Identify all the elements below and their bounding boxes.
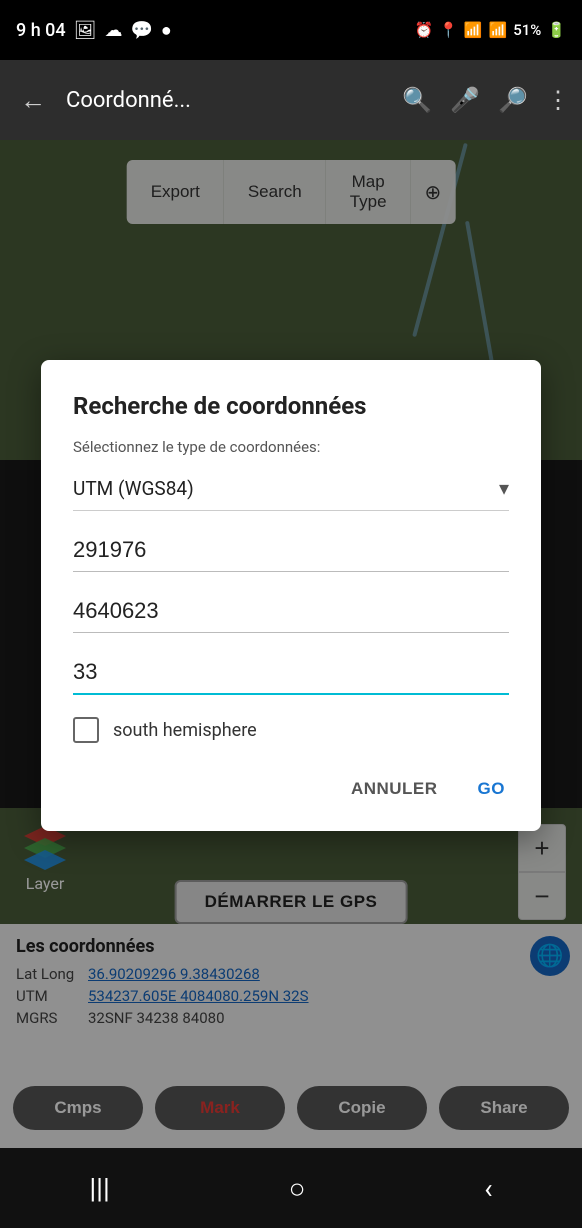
- more-icon[interactable]: ⋮: [546, 86, 570, 114]
- photo-icon: 🖼: [74, 20, 97, 41]
- coord-field-2[interactable]: [73, 590, 509, 633]
- dialog-overlay: Recherche de coordonnées Sélectionnez le…: [0, 140, 582, 1228]
- dropdown-arrow-icon: ▾: [499, 476, 509, 500]
- search-icon[interactable]: 🔍: [402, 86, 432, 114]
- battery-text: 51%: [513, 21, 541, 39]
- back-button[interactable]: ←: [12, 77, 54, 124]
- status-left: 9 h 04 🖼 ☁ 💬 ●: [16, 20, 172, 41]
- south-hemisphere-row: south hemisphere: [73, 717, 509, 743]
- nav-home-icon[interactable]: ○: [277, 1160, 318, 1217]
- location-icon: 📍: [439, 21, 458, 39]
- cancel-button[interactable]: ANNULER: [347, 771, 442, 807]
- dialog-subtitle: Sélectionnez le type de coordonnées:: [73, 438, 509, 456]
- south-hemisphere-checkbox[interactable]: [73, 717, 99, 743]
- cloud-icon: ☁: [105, 20, 123, 41]
- coord-field-3[interactable]: [73, 651, 509, 695]
- status-right: ⏰ 📍 📶 📶 51% 🔋: [414, 21, 566, 39]
- south-hemisphere-label: south hemisphere: [113, 720, 257, 741]
- dialog-title: Recherche de coordonnées: [73, 392, 509, 420]
- battery-icon: 🔋: [547, 21, 566, 39]
- app-toolbar: ← Coordonné... 🔍 🎤 🔎 ⋮: [0, 60, 582, 140]
- go-button[interactable]: GO: [474, 771, 509, 807]
- message-icon: 💬: [131, 20, 153, 41]
- dot-icon: ●: [161, 20, 172, 41]
- wifi-icon: 📶: [464, 21, 483, 39]
- status-time: 9 h 04: [16, 20, 66, 41]
- coord-type-value: UTM (WGS84): [73, 477, 194, 500]
- toolbar-title: Coordonné...: [66, 88, 390, 113]
- nav-recent-icon[interactable]: |||: [77, 1160, 122, 1217]
- signal-icon: 📶: [489, 21, 508, 39]
- nav-bar: ||| ○ ‹: [0, 1148, 582, 1228]
- nav-back-icon[interactable]: ‹: [472, 1160, 504, 1217]
- coord-field-1[interactable]: [73, 529, 509, 572]
- status-bar: 9 h 04 🖼 ☁ 💬 ● ⏰ 📍 📶 📶 51% 🔋: [0, 0, 582, 60]
- mic-icon[interactable]: 🎤: [450, 86, 480, 114]
- alarm-icon: ⏰: [414, 21, 433, 39]
- coord-type-dropdown[interactable]: UTM (WGS84) ▾: [73, 466, 509, 511]
- dialog-actions: ANNULER GO: [73, 771, 509, 807]
- zoom-icon[interactable]: 🔎: [498, 86, 528, 114]
- toolbar-icons: 🔍 🎤 🔎 ⋮: [402, 86, 570, 114]
- search-dialog: Recherche de coordonnées Sélectionnez le…: [41, 360, 541, 831]
